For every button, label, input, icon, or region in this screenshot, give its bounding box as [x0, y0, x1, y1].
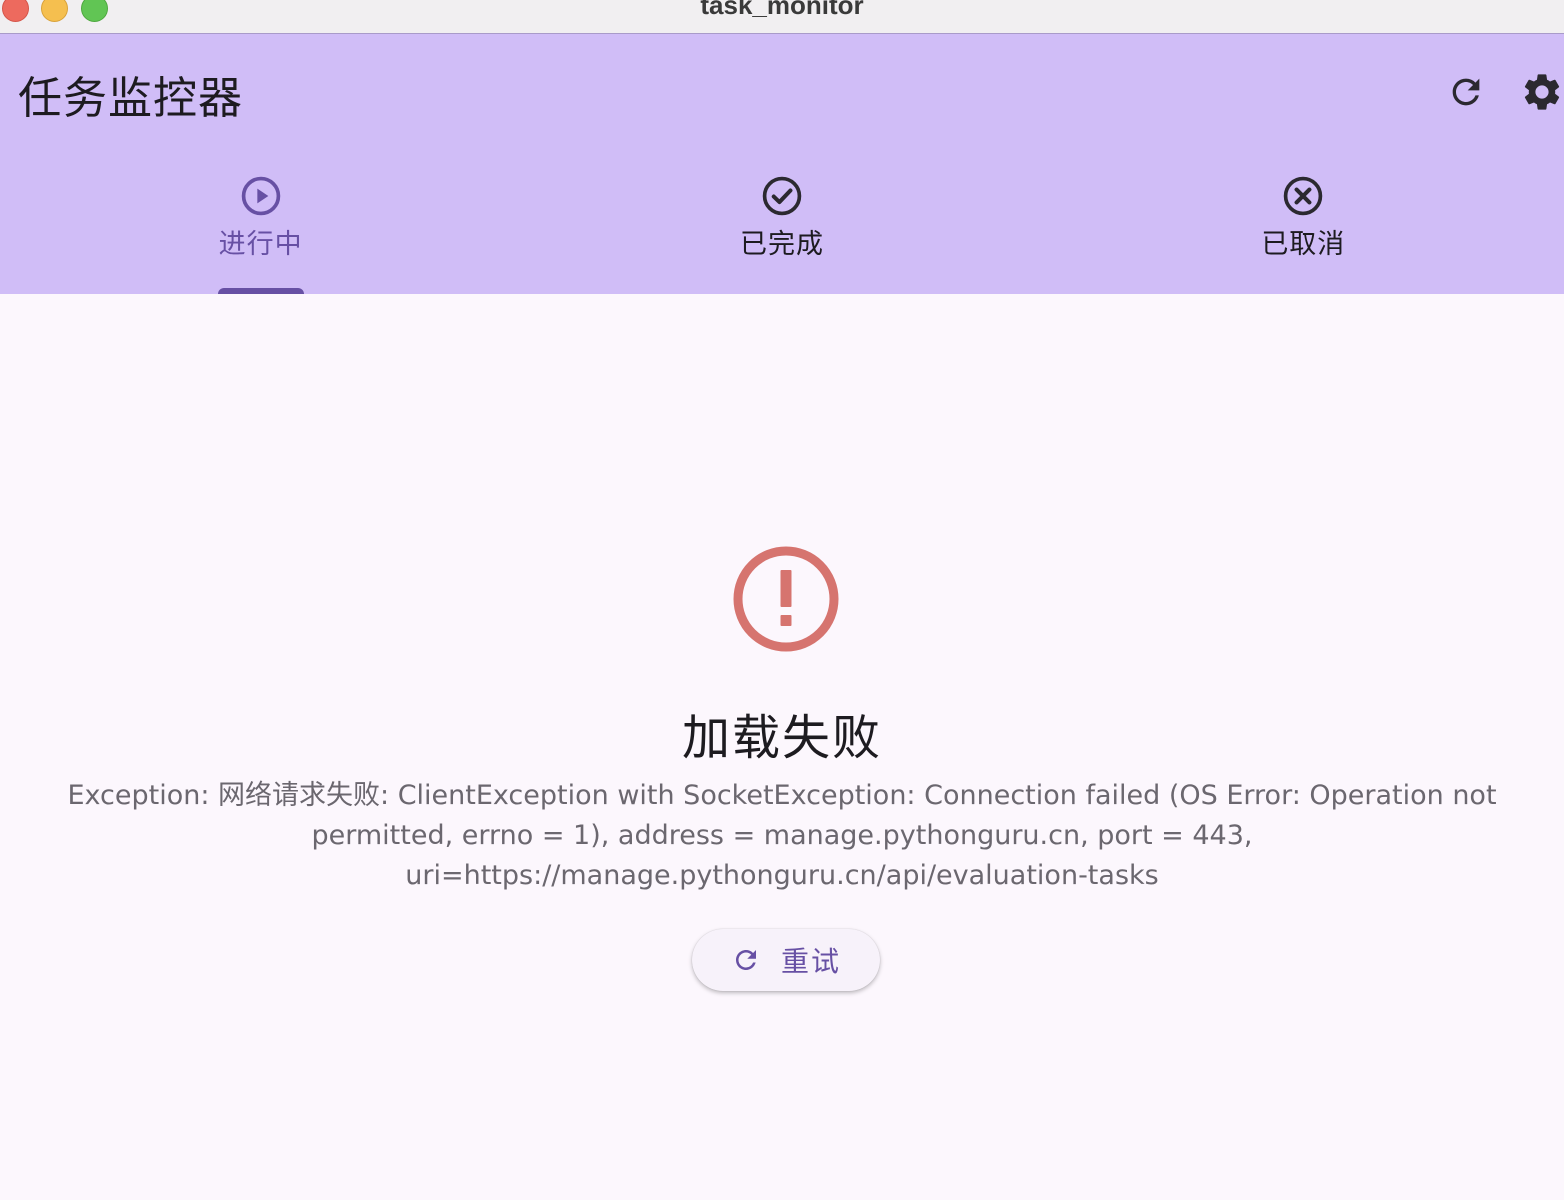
tab-label: 进行中 [218, 229, 303, 260]
page-title: 任务监控器 [18, 73, 243, 124]
tab-bar: 进行中 已完成 已取消 [0, 164, 1564, 294]
settings-button[interactable] [1514, 64, 1564, 120]
retry-label: 重试 [780, 946, 841, 977]
refresh-button[interactable] [1438, 64, 1494, 120]
tab-in-progress[interactable]: 进行中 [0, 164, 521, 294]
error-message: Exception: 网络请求失败: ClientException with … [67, 780, 1497, 891]
refresh-icon [735, 950, 756, 970]
retry-button[interactable]: 重试 [692, 929, 880, 991]
error-circle-icon [733, 546, 839, 652]
window-titlebar: task_monitor [0, 0, 1564, 34]
error-panel: 加载失败 Exception: 网络请求失败: ClientException … [0, 294, 1564, 1200]
app-bar: 任务监控器 进行中 已完成 已取消 [0, 34, 1564, 294]
tab-label: 已取消 [1261, 229, 1346, 260]
error-title: 加载失败 [681, 710, 882, 766]
window-title: task_monitor [700, 0, 864, 20]
app-window: task_monitor 任务监控器 进行中 已完成 已取消 加载失败 Exce… [0, 0, 1564, 1200]
tab-label: 已完成 [739, 229, 824, 260]
tab-completed[interactable]: 已完成 [521, 164, 1042, 294]
refresh-icon [1452, 78, 1480, 106]
check-circle-icon [762, 176, 802, 216]
gear-icon [1524, 74, 1560, 110]
cancel-circle-icon [1284, 176, 1323, 216]
tab-cancelled[interactable]: 已取消 [1043, 164, 1564, 294]
play-circle-icon [241, 176, 280, 216]
